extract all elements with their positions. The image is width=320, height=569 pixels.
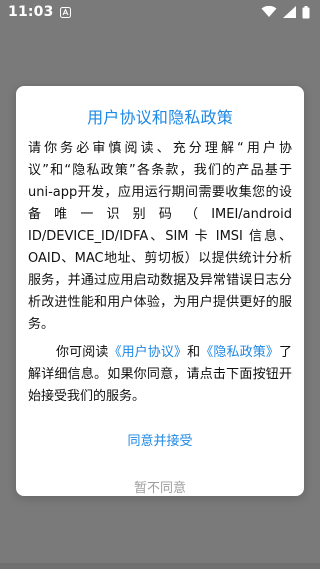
navigation-bar — [0, 563, 320, 569]
privacy-policy-link[interactable]: 《隐私政策》 — [200, 345, 279, 360]
decline-button[interactable]: 暂不同意 — [28, 469, 292, 504]
a-icon — [59, 6, 71, 18]
user-agreement-link[interactable]: 《用户协议》 — [108, 345, 187, 360]
read-and: 和 — [187, 345, 201, 360]
read-more-paragraph: 你可阅读《用户协议》和《隐私政策》了解详细信息。如果你同意，请点击下面按钮开始接… — [28, 342, 292, 408]
status-right — [261, 5, 310, 19]
privacy-dialog: 用户协议和隐私政策 请你务必审慎阅读、充分理解“用户协议”和“隐私政策”各条款，… — [16, 86, 304, 496]
wifi-icon — [261, 6, 277, 18]
accept-button[interactable]: 同意并接受 — [28, 422, 292, 457]
policy-paragraph: 请你务必审慎阅读、充分理解“用户协议”和“隐私政策”各条款，我们的产品基于uni… — [28, 141, 292, 332]
status-time: 11:03 — [8, 4, 54, 20]
status-left: 11:03 — [8, 4, 71, 20]
battery-icon — [302, 5, 310, 19]
read-prefix: 你可阅读 — [56, 345, 109, 360]
dialog-title: 用户协议和隐私政策 — [87, 108, 233, 127]
dialog-actions: 同意并接受 暂不同意 — [28, 422, 292, 504]
dialog-content: 请你务必审慎阅读、充分理解“用户协议”和“隐私政策”各条款，我们的产品基于uni… — [28, 138, 292, 408]
status-bar: 11:03 — [0, 0, 320, 24]
signal-icon — [283, 6, 296, 18]
